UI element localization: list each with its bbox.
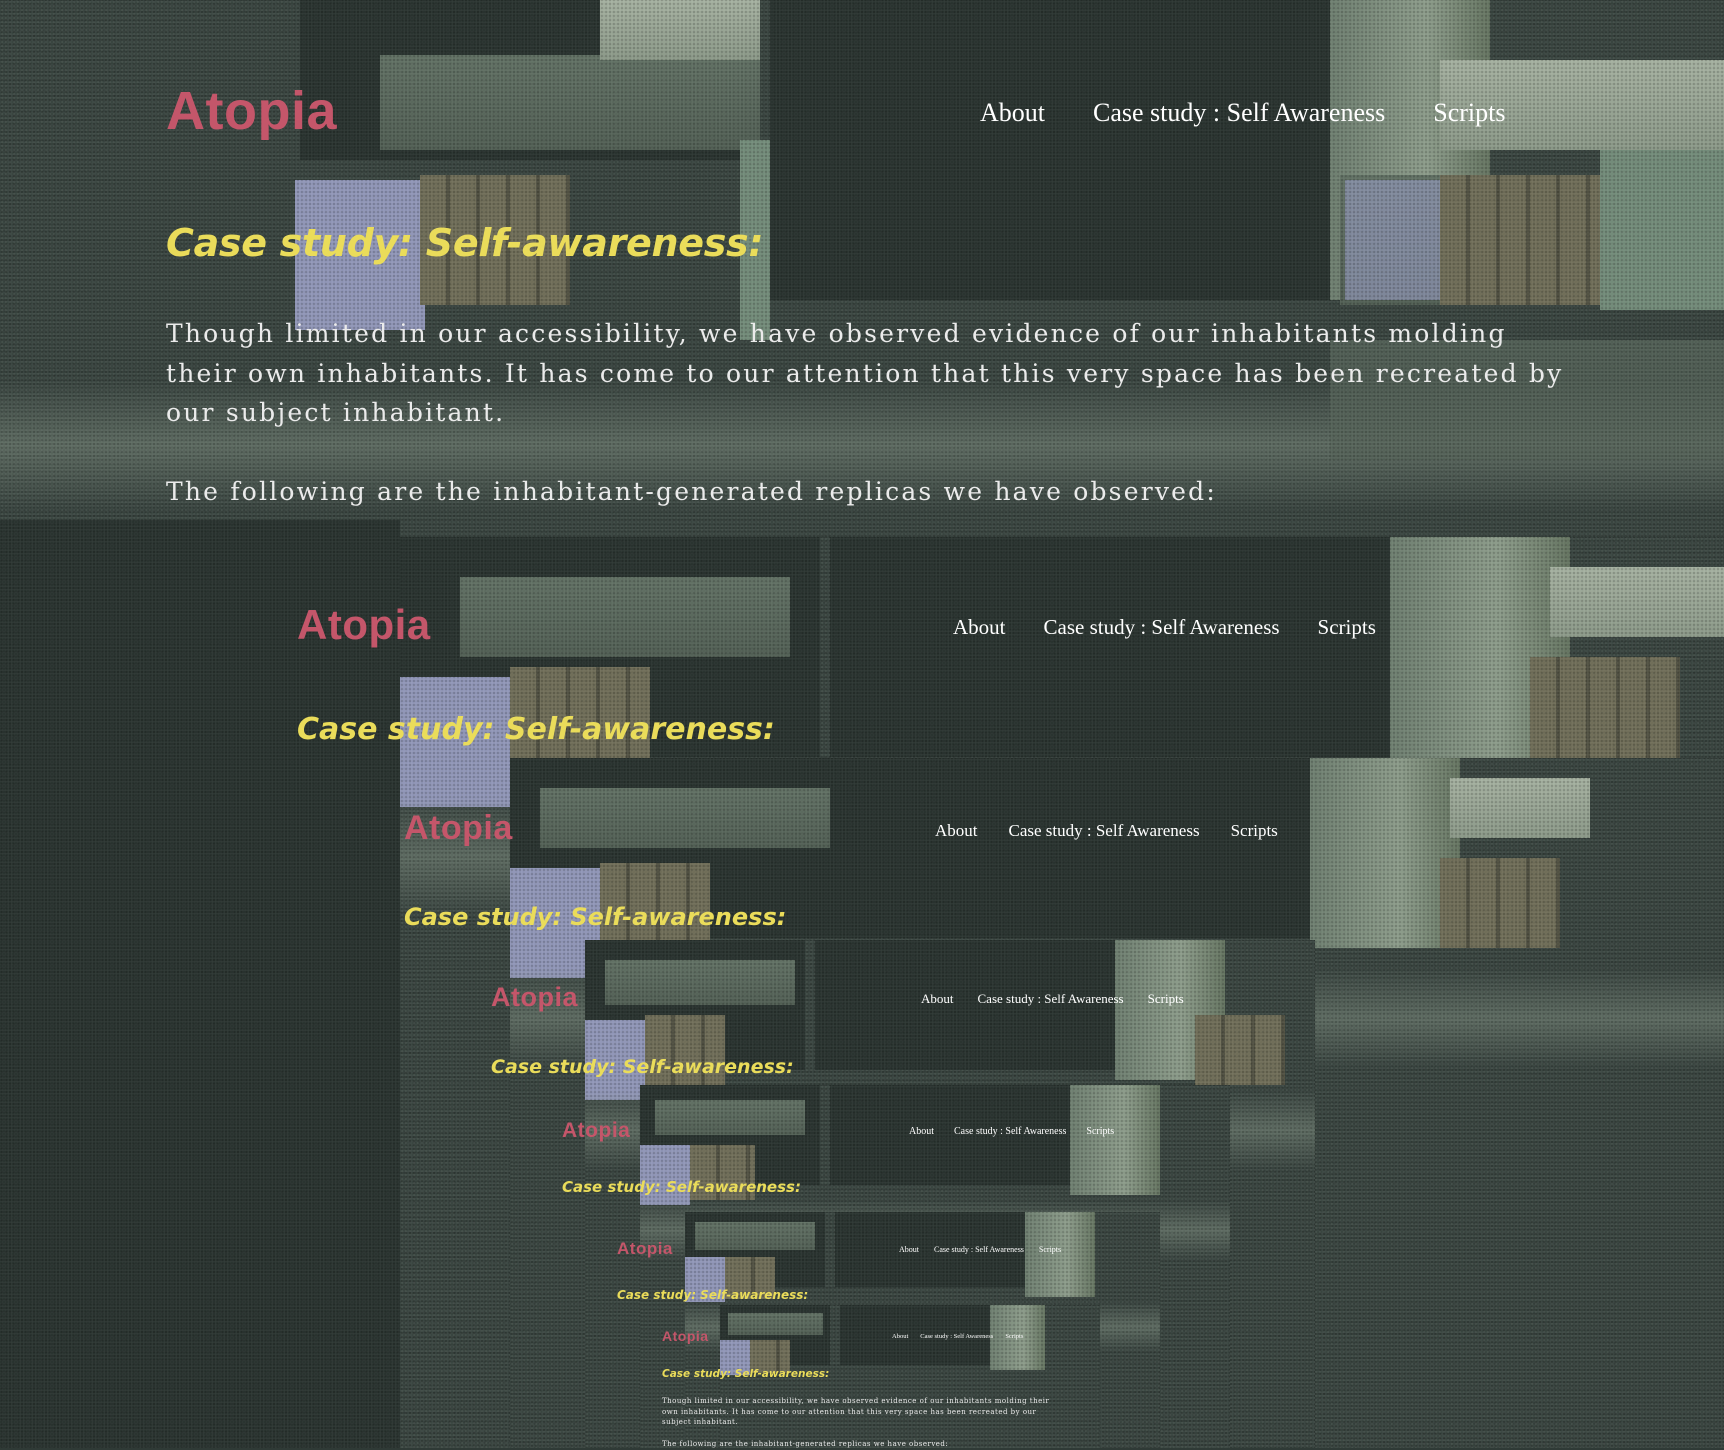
replica-nav-scripts: Scripts — [1038, 1245, 1062, 1254]
replica-nav-5: About Case study : Self Awareness Script… — [899, 1246, 1061, 1254]
nav-scripts[interactable]: Scripts — [1433, 100, 1505, 126]
replica-nav-4: About Case study : Self Awareness Script… — [909, 1127, 1114, 1137]
replica-heading-6: Case study: Self-awareness: — [662, 1368, 830, 1380]
replica-nav-2: About Case study : Self Awareness Script… — [935, 822, 1278, 839]
replica-heading-5: Case study: Self-awareness: — [617, 1288, 809, 1302]
nav-about[interactable]: About — [980, 100, 1045, 126]
replica-heading-3: Case study: Self-awareness: — [491, 1056, 794, 1078]
replica-nav-1: About Case study : Self Awareness Script… — [953, 617, 1376, 638]
replica-nav-case-study: Case study : Self Awareness — [954, 1126, 1067, 1137]
replica-nav-about: About — [953, 615, 1006, 639]
replica-nav-about: About — [892, 1333, 909, 1340]
replica-logo-3: Atopia — [491, 982, 578, 1012]
replica-nav-scripts: Scripts — [1230, 821, 1278, 840]
replica-logo-1: Atopia — [297, 601, 431, 648]
replica-nav-scripts: Scripts — [1005, 1333, 1024, 1340]
replica-nav-case-study: Case study : Self Awareness — [977, 991, 1124, 1006]
replica-nav-3: About Case study : Self Awareness Script… — [921, 992, 1184, 1005]
replica-nav-about: About — [921, 991, 954, 1006]
replica-nav-case-study: Case study : Self Awareness — [920, 1333, 994, 1340]
replica-heading-4: Case study: Self-awareness: — [562, 1178, 801, 1196]
site-logo[interactable]: Atopia — [166, 84, 337, 138]
replica-heading-2: Case study: Self-awareness: — [404, 903, 787, 931]
replica-nav-scripts: Scripts — [1147, 991, 1184, 1006]
page-heading: Case study: Self-awareness: — [166, 221, 764, 265]
intro-paragraph: Though limited in our accessibility, we … — [166, 319, 1564, 427]
replica-logo-2: Atopia — [404, 809, 513, 847]
replica-nav-case-study: Case study : Self Awareness — [1008, 821, 1200, 840]
replica-nav-about: About — [935, 821, 978, 840]
replica-logo-4: Atopia — [562, 1119, 631, 1142]
replica-nav-scripts: Scripts — [1317, 615, 1376, 639]
replica-intro-paragraph-6: Though limited in our accessibility, we … — [662, 1397, 1050, 1426]
replica-heading-1: Case study: Self-awareness: — [297, 712, 775, 747]
replica-logo-6: Atopia — [662, 1328, 709, 1344]
replica-logo-5: Atopia — [617, 1239, 673, 1258]
replica-nav-6: About Case study : Self Awareness Script… — [892, 1333, 1024, 1341]
replica-nav-about: About — [909, 1126, 934, 1137]
replica-nav-case-study: Case study : Self Awareness — [934, 1245, 1024, 1254]
replica-nav-case-study: Case study : Self Awareness — [1043, 615, 1280, 639]
replica-nav-scripts: Scripts — [1086, 1126, 1115, 1137]
replicas-intro: The following are the inhabitant-generat… — [166, 477, 1217, 506]
nav-case-study[interactable]: Case study : Self Awareness — [1093, 100, 1385, 126]
replica-nav-about: About — [899, 1245, 919, 1254]
main-nav: About Case study : Self Awareness Script… — [980, 100, 1505, 126]
